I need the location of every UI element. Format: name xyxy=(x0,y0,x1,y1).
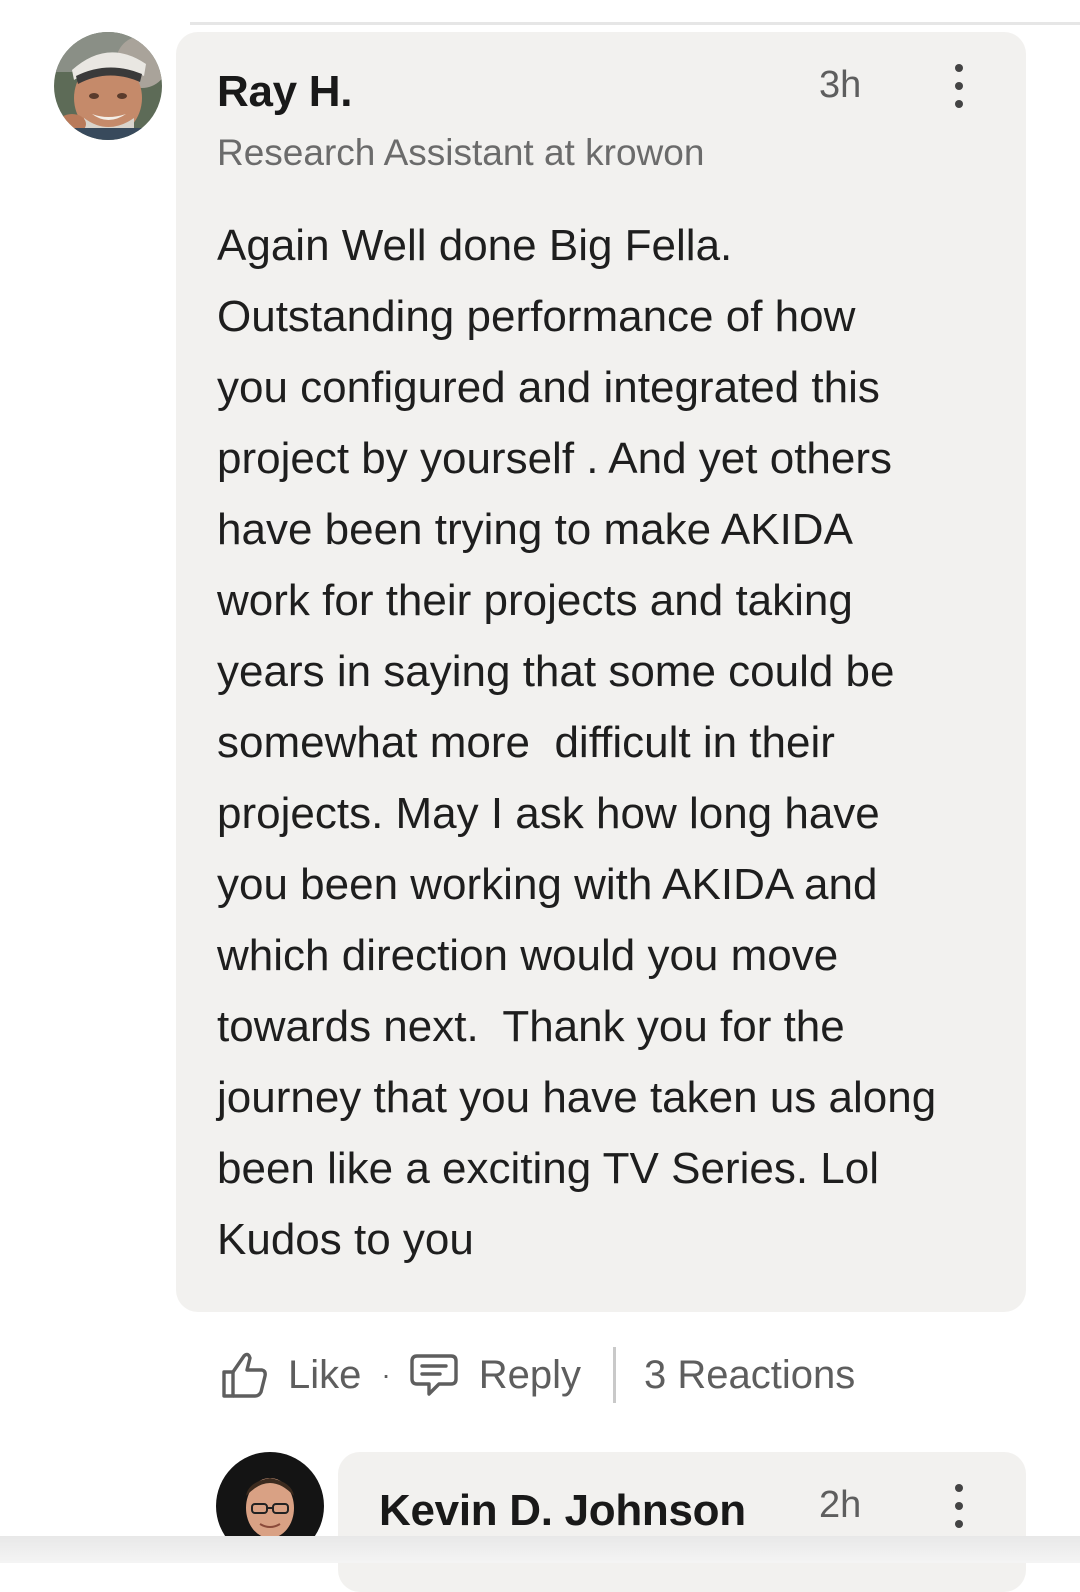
comment-line: which direction would you move xyxy=(217,931,839,980)
comment-actions: Like · Reply 3 Reactions xyxy=(220,1340,855,1410)
comment-line: you been working with AKIDA and xyxy=(217,860,878,909)
reactions-count-button[interactable]: 3 Reactions xyxy=(644,1353,855,1398)
comment-body: Again Well done Big Fella. Outstanding pe… xyxy=(217,210,1007,1275)
thumbs-up-icon xyxy=(222,1352,267,1398)
comment-line: Kudos to you xyxy=(217,1215,474,1264)
bottom-edge-shadow xyxy=(0,1536,1080,1563)
author-headline: Research Assistant at krowon xyxy=(217,132,705,173)
comment-line: somewhat more difficult in their xyxy=(217,718,835,767)
reply-author-name[interactable]: Kevin D. Johnson xyxy=(379,1486,746,1536)
action-separator: · xyxy=(381,1359,391,1390)
like-label: Like xyxy=(288,1352,362,1397)
more-options-button[interactable] xyxy=(944,58,974,114)
comment-line: Outstanding performance of how xyxy=(217,292,856,341)
comment-line: work for their projects and taking xyxy=(217,576,853,625)
comment-line: towards next. Thank you for the xyxy=(217,1002,845,1051)
more-vertical-icon xyxy=(955,64,963,72)
comment-line: years in saying that some could be xyxy=(217,647,895,696)
author-name[interactable]: Ray H. xyxy=(217,67,352,117)
avatar-ray[interactable] xyxy=(54,32,162,140)
top-divider xyxy=(190,22,1080,25)
more-vertical-icon xyxy=(955,1484,963,1492)
reactions-count: 3 Reactions xyxy=(643,1352,856,1397)
action-divider xyxy=(612,1347,616,1403)
comment-line: Again Well done Big Fella. xyxy=(217,221,733,270)
reply-more-options-button[interactable] xyxy=(944,1478,974,1534)
reply-label: Reply xyxy=(478,1352,581,1397)
like-button[interactable]: Like xyxy=(220,1350,361,1400)
reply-button[interactable]: Reply xyxy=(409,1352,581,1398)
comment-line: you configured and integrated this xyxy=(217,363,880,412)
reply-timestamp: 2h xyxy=(819,1484,862,1526)
comment-line: projects. May I ask how long have xyxy=(217,789,880,838)
comment-line: journey that you have taken us along xyxy=(217,1073,937,1122)
comment-line: project by yourself . And yet others xyxy=(217,434,893,483)
speech-bubble-icon xyxy=(410,1354,458,1396)
comment-line: been like a exciting TV Series. Lol xyxy=(217,1144,879,1193)
comment-line: have been trying to make AKIDA xyxy=(217,505,853,554)
comment-timestamp: 3h xyxy=(819,64,862,106)
